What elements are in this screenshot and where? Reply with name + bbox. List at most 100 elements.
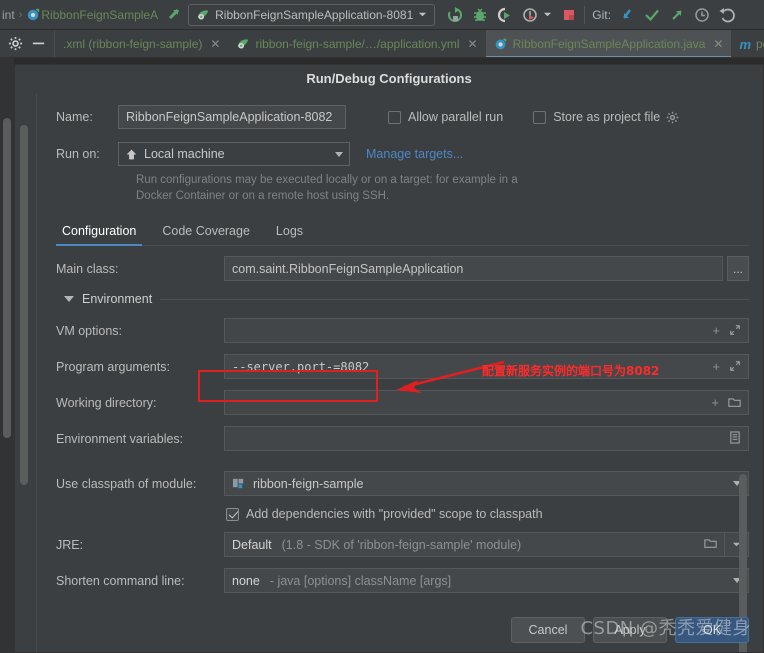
main-class-field[interactable]: com.saint.RibbonFeignSampleApplication: [224, 256, 723, 281]
store-as-project-file-checkbox[interactable]: Store as project file: [533, 110, 679, 124]
tab-configuration[interactable]: Configuration: [56, 218, 150, 246]
environment-variables-field[interactable]: [224, 426, 749, 451]
chevron-down-icon[interactable]: [335, 151, 343, 157]
shorten-command-line-label: Shorten command line:: [56, 573, 185, 588]
folder-icon[interactable]: [704, 537, 717, 552]
run-configuration-selector[interactable]: RibbonFeignSampleApplication-8081: [188, 3, 436, 26]
home-icon: [125, 148, 138, 161]
macro-plus-icon[interactable]: +: [712, 324, 720, 337]
update-project-icon[interactable]: [619, 7, 635, 23]
screen: int › RibbonFeignSampleA RibbonFeignSamp…: [0, 0, 764, 653]
store-as-project-file-label: Store as project file: [553, 110, 661, 124]
run-on-row: Run on: Local machine Manage targets...: [56, 142, 749, 166]
environment-variables-label: Environment variables:: [56, 431, 184, 446]
settings-gear-icon[interactable]: [8, 36, 23, 51]
environment-section-header[interactable]: Environment: [64, 292, 749, 306]
breadcrumb-prefix[interactable]: int: [0, 8, 15, 22]
close-icon[interactable]: ✕: [210, 37, 220, 51]
chevron-down-icon[interactable]: [543, 10, 552, 19]
apply-button[interactable]: Apply: [593, 617, 667, 643]
cancel-label: Cancel: [528, 623, 568, 637]
name-row: Name: Allow parallel run Store as projec…: [56, 105, 749, 129]
allow-parallel-run-checkbox[interactable]: Allow parallel run: [388, 110, 503, 124]
ok-button[interactable]: OK: [675, 617, 749, 643]
expand-editor-icon[interactable]: [729, 324, 741, 338]
chevron-down-icon[interactable]: [418, 10, 427, 19]
ide-toolbar: int › RibbonFeignSampleA RibbonFeignSamp…: [0, 0, 764, 30]
run-with-coverage-icon[interactable]: [497, 7, 513, 23]
macro-plus-icon[interactable]: +: [711, 396, 719, 409]
tab-label: Configuration: [62, 224, 137, 238]
hide-minus-icon[interactable]: [31, 36, 46, 51]
shorten-command-line-detail: - java [options] className [args]: [269, 573, 452, 588]
rollback-icon[interactable]: [719, 7, 735, 23]
vm-options-field[interactable]: +: [224, 318, 749, 343]
run-arrow-icon[interactable]: [166, 6, 184, 24]
main-class-label: Main class:: [56, 261, 119, 276]
rerun-icon[interactable]: [447, 6, 463, 23]
dialog-left-rail: [15, 93, 37, 652]
folder-icon[interactable]: [728, 396, 741, 410]
run-on-combo[interactable]: Local machine: [118, 142, 350, 166]
ok-label: OK: [702, 623, 722, 637]
debug-icon[interactable]: [472, 7, 488, 23]
tabstrip-tools: [0, 30, 55, 57]
expand-editor-icon[interactable]: [729, 360, 741, 374]
dialog-footer: Cancel Apply OK CSDN @秃秃爱健身: [38, 612, 763, 652]
manage-targets-link[interactable]: Manage targets...: [366, 147, 463, 161]
commit-icon[interactable]: [644, 7, 660, 23]
editor-tab-pom[interactable]: m pom: [731, 30, 764, 57]
breadcrumb-separator: ›: [18, 8, 23, 21]
breadcrumb-module[interactable]: RibbonFeignSampleA: [41, 8, 158, 22]
configuration-name-input[interactable]: [118, 105, 346, 129]
spring-leaf-icon: [236, 37, 250, 51]
browse-label: ...: [732, 261, 743, 276]
run-configuration-name: RibbonFeignSampleApplication-8081: [215, 7, 414, 22]
env-list-icon[interactable]: [729, 431, 741, 446]
add-provided-dependencies-checkbox[interactable]: Add dependencies with "provided" scope t…: [226, 507, 543, 521]
use-classpath-of-module-label: Use classpath of module:: [56, 476, 197, 491]
editor-tab-label: ribbon-feign-sample/…/application.yml: [255, 37, 460, 51]
cancel-button[interactable]: Cancel: [511, 617, 585, 643]
profiler-icon[interactable]: [522, 7, 538, 23]
gear-icon[interactable]: [666, 111, 679, 124]
maven-m-icon: m: [739, 36, 752, 52]
dialog-title: Run/Debug Configurations: [15, 65, 763, 93]
program-arguments-label: Program arguments:: [56, 359, 170, 374]
jre-row: JRE: Default (1.8 - SDK of 'ribbon-feign…: [56, 532, 749, 557]
editor-tab-label: .xml (ribbon-feign-sample): [63, 37, 203, 51]
use-classpath-of-module-row: Use classpath of module: ribbon-feign-sa…: [56, 471, 749, 496]
tab-code-coverage[interactable]: Code Coverage: [150, 218, 264, 245]
spring-leaf-icon: [196, 8, 210, 22]
close-icon[interactable]: ✕: [468, 37, 478, 51]
checkbox-box: [533, 110, 547, 124]
shorten-command-line-combo[interactable]: none - java [options] className [args]: [224, 568, 749, 593]
spring-boot-class-icon: [26, 7, 41, 22]
editor-tab-application-yml[interactable]: ribbon-feign-sample/…/application.yml ✕: [228, 30, 485, 57]
tab-logs[interactable]: Logs: [264, 218, 317, 245]
environment-section-label: Environment: [82, 292, 153, 306]
use-classpath-of-module-combo[interactable]: ribbon-feign-sample: [224, 471, 749, 496]
stop-icon[interactable]: [561, 7, 577, 23]
jre-value-detail: (1.8 - SDK of 'ribbon-feign-sample' modu…: [281, 537, 522, 552]
run-debug-configurations-dialog: Run/Debug Configurations Name: Allow par…: [14, 64, 764, 653]
chevron-down-icon[interactable]: [64, 296, 74, 302]
editor-tab-xml[interactable]: .xml (ribbon-feign-sample) ✕: [55, 30, 228, 57]
section-divider: [160, 298, 749, 300]
editor-tab-ribbonfeignsampleapplication-java[interactable]: RibbonFeignSampleApplication.java ✕: [485, 30, 732, 57]
editor-tab-label: RibbonFeignSampleApplication.java: [512, 37, 706, 51]
checkbox-box: [388, 110, 401, 124]
allow-parallel-run-label: Allow parallel run: [408, 110, 504, 124]
close-icon[interactable]: ✕: [713, 37, 723, 51]
push-icon[interactable]: [669, 7, 685, 23]
jre-field[interactable]: Default (1.8 - SDK of 'ribbon-feign-samp…: [224, 532, 725, 557]
dialog-header: Name: Allow parallel run Store as projec…: [38, 93, 763, 204]
history-icon[interactable]: [694, 7, 710, 23]
tab-label: Code Coverage: [162, 224, 250, 238]
module-icon: [232, 477, 246, 490]
main-class-browse-button[interactable]: ...: [727, 256, 749, 281]
dialog-left-scrollbar[interactable]: [20, 125, 28, 485]
macro-plus-icon[interactable]: +: [712, 360, 720, 373]
apply-label: Apply: [614, 623, 646, 637]
editor-scrollbar[interactable]: [3, 118, 11, 438]
